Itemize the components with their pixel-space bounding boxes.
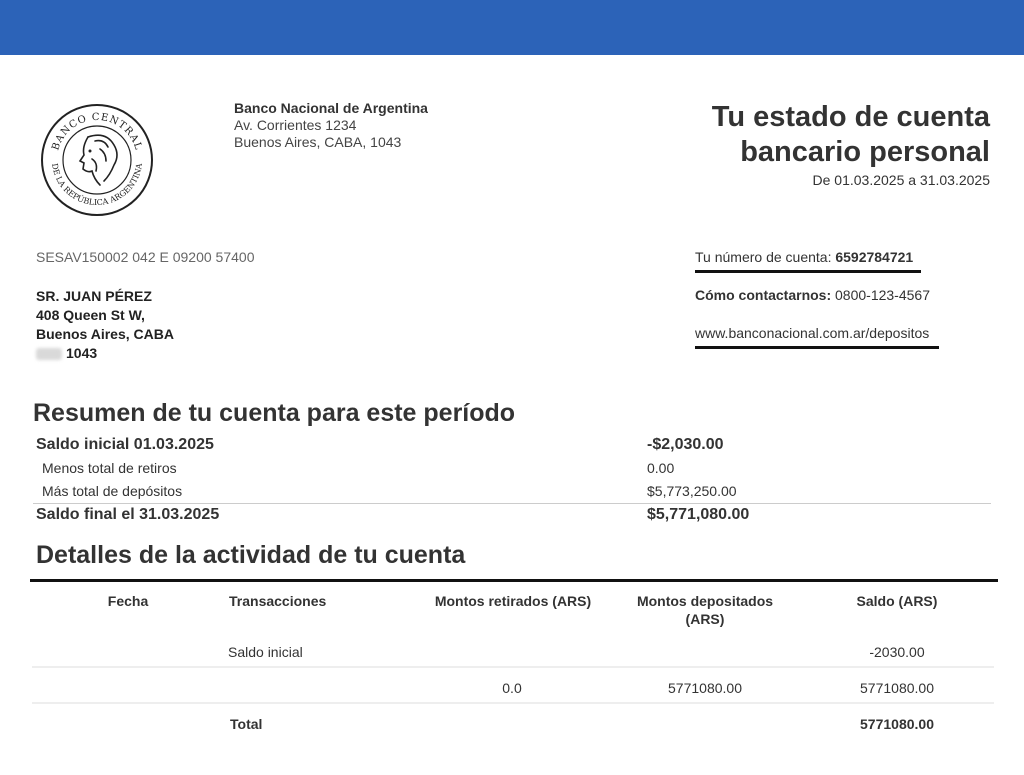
summary-value: -$2,030.00 (647, 436, 724, 453)
contact-phone[interactable]: 0800-123-4567 (835, 287, 930, 303)
summary-title: Resumen de tu cuenta para este período (33, 399, 516, 427)
column-header-transactions: Transacciones (229, 593, 327, 609)
contact-row: Cómo contactarnos: 0800-123-4567 (695, 287, 930, 303)
seal-text-top: BANCO CENTRAL (50, 112, 142, 152)
customer-address: SR. JUAN PÉREZ 408 Queen St W, Buenos Ai… (36, 287, 174, 363)
account-number-label: Tu número de cuenta: (695, 249, 832, 265)
customer-street: 408 Queen St W, (36, 307, 145, 323)
account-summary: Saldo inicial 01.03.2025 -$2,030.00 Meno… (33, 434, 991, 527)
summary-row: Más total de depósitos $5,773,250.00 (33, 480, 991, 503)
summary-row: Saldo final el 31.03.2025 $5,771,080.00 (33, 503, 991, 527)
summary-value: $5,771,080.00 (647, 506, 750, 523)
table-cell-transaction: Saldo inicial (228, 644, 303, 660)
table-cell-balance: -2030.00 (869, 644, 925, 660)
account-underline (695, 270, 921, 273)
bank-address-line1: Av. Corrientes 1234 (234, 117, 357, 133)
header-bar (0, 0, 1024, 55)
summary-label: Menos total de retiros (42, 460, 177, 476)
bank-seal-logo: BANCO CENTRAL DE LA REPÚBLICA ARGENTINA (41, 104, 153, 216)
website-underline (695, 346, 939, 349)
bank-info: Banco Nacional de Argentina Av. Corrient… (234, 100, 428, 151)
summary-value: $5,773,250.00 (647, 483, 737, 499)
redacted-text (36, 348, 62, 361)
column-header-deposited: Montos depositados (ARS) (636, 593, 774, 627)
statement-title-block: Tu estado de cuenta bancario personal De… (712, 100, 990, 188)
summary-row: Menos total de retiros 0.00 (33, 457, 991, 480)
column-header-withdrawn: Montos retirados (ARS) (434, 593, 592, 609)
svg-text:BANCO CENTRAL: BANCO CENTRAL (50, 112, 143, 152)
table-cell-withdrawn: 0.0 (502, 680, 522, 696)
summary-row: Saldo inicial 01.03.2025 -$2,030.00 (33, 434, 991, 457)
row-divider (32, 702, 994, 704)
statement-title-line1: Tu estado de cuenta (711, 101, 990, 133)
customer-name: SR. JUAN PÉREZ (36, 288, 152, 304)
statement-period: De 01.03.2025 a 31.03.2025 (812, 172, 991, 188)
column-header-date: Fecha (107, 593, 149, 609)
customer-postal: 1043 (66, 345, 98, 361)
total-balance: 5771080.00 (860, 716, 934, 732)
customer-city: Buenos Aires, CABA (36, 326, 174, 342)
table-cell-deposited: 5771080.00 (668, 680, 742, 696)
activity-title: Detalles de la actividad de tu cuenta (36, 541, 466, 569)
bank-address-line2: Buenos Aires, CABA, 1043 (234, 134, 402, 150)
total-label: Total (230, 716, 263, 732)
activity-divider (30, 579, 998, 582)
summary-value: 0.00 (647, 460, 675, 476)
summary-label: Saldo final el 31.03.2025 (36, 506, 220, 523)
table-cell-balance: 5771080.00 (860, 680, 934, 696)
bank-name: Banco Nacional de Argentina (234, 100, 428, 116)
summary-label: Más total de depósitos (42, 483, 183, 499)
account-number-row: Tu número de cuenta: 6592784721 (695, 249, 913, 265)
contact-label: Cómo contactarnos: (695, 287, 832, 303)
website-link[interactable]: www.banconacional.com.ar/depositos (695, 325, 929, 341)
account-number: 6592784721 (835, 249, 914, 265)
reference-code: SESAV150002 042 E 09200 57400 (36, 249, 255, 265)
column-header-balance: Saldo (ARS) (856, 593, 938, 609)
summary-label: Saldo inicial 01.03.2025 (36, 436, 214, 453)
statement-title-line2: bancario personal (740, 136, 990, 168)
row-divider (32, 666, 994, 668)
